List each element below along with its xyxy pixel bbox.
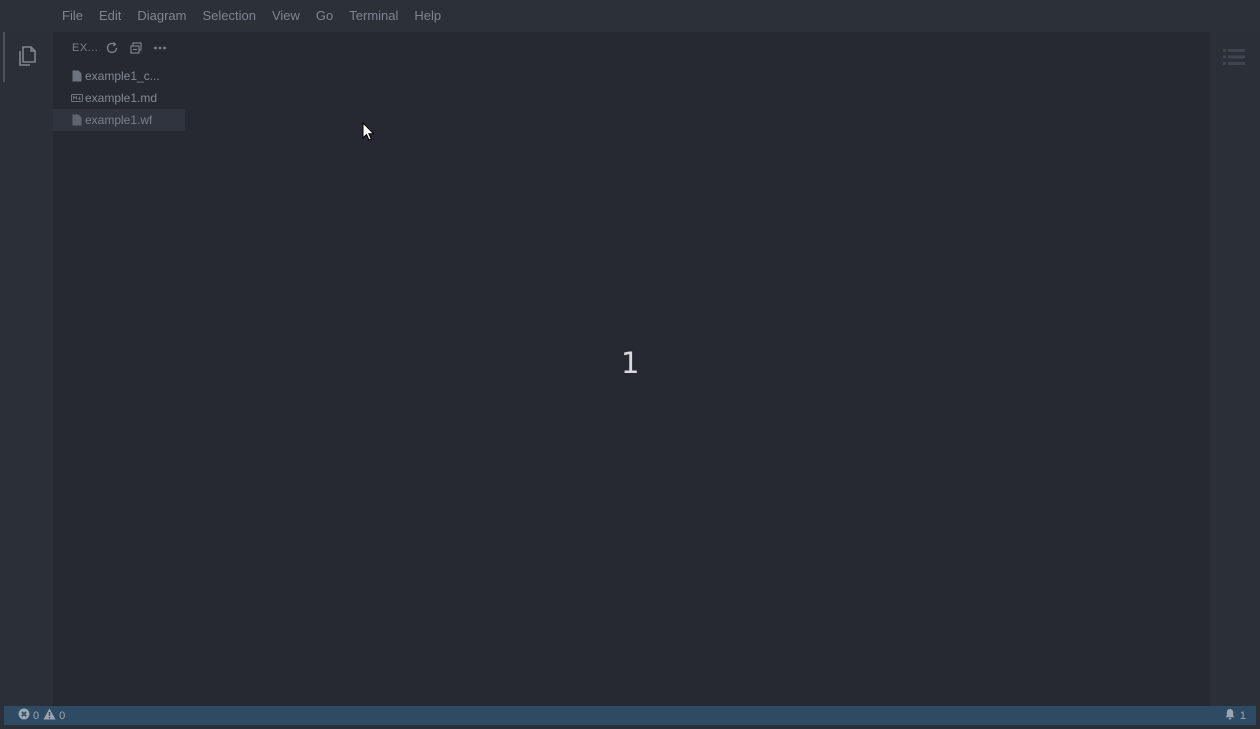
mouse-pointer-icon [362, 121, 376, 142]
explorer-title: EX... [72, 42, 99, 54]
file-label: example1.md [85, 91, 158, 105]
status-bar: 0 0 1 [4, 706, 1256, 725]
menu-edit[interactable]: Edit [91, 0, 129, 32]
warnings-status: 0 [43, 708, 65, 723]
menu-help[interactable]: Help [406, 0, 449, 32]
file-icon [70, 113, 83, 127]
file-label: example1_c... [85, 69, 160, 83]
file-tree: example1_c... example1.md example1.wf [53, 64, 185, 131]
warnings-count: 0 [59, 709, 66, 722]
outline-icon[interactable] [1220, 46, 1248, 68]
explorer-panel: EX... example1_c... example1.md example1… [53, 32, 185, 706]
app-window: File Edit Diagram Selection View Go Term… [0, 0, 1260, 729]
menu-view[interactable]: View [264, 0, 308, 32]
bell-icon [1224, 708, 1236, 723]
errors-status: 0 [18, 708, 39, 723]
notifications-count: 1 [1239, 709, 1246, 722]
bottom-strip [0, 725, 1260, 729]
warning-icon [43, 708, 56, 723]
explorer-header: EX... [53, 32, 185, 64]
diagram-editor[interactable]: 1 [185, 32, 1210, 706]
right-side-bar [1210, 32, 1260, 706]
files-icon [15, 44, 39, 73]
active-indicator [3, 32, 5, 82]
file-item-example1-wf[interactable]: example1.wf [53, 109, 185, 131]
file-item-example1-md[interactable]: example1.md [53, 87, 185, 109]
page-number: 1 [621, 346, 640, 380]
refresh-icon[interactable] [100, 36, 124, 60]
menu-terminal[interactable]: Terminal [341, 0, 406, 32]
menu-bar: File Edit Diagram Selection View Go Term… [0, 0, 1260, 32]
menu-go[interactable]: Go [308, 0, 341, 32]
activity-explorer[interactable] [0, 32, 53, 84]
markdown-icon [70, 91, 83, 105]
file-item-example1-c[interactable]: example1_c... [53, 65, 185, 87]
error-icon [18, 708, 30, 723]
file-icon [70, 69, 83, 83]
activity-bar [0, 32, 53, 706]
more-icon[interactable] [148, 36, 172, 60]
statusbar-right-edge [1256, 706, 1260, 725]
menu-file[interactable]: File [54, 0, 91, 32]
collapse-all-icon[interactable] [124, 36, 148, 60]
errors-count: 0 [33, 709, 40, 722]
file-label: example1.wf [85, 113, 153, 127]
menu-selection[interactable]: Selection [194, 0, 263, 32]
notifications-status[interactable]: 1 [1224, 708, 1246, 723]
menu-diagram[interactable]: Diagram [129, 0, 194, 32]
problems-status[interactable]: 0 0 [18, 708, 65, 723]
